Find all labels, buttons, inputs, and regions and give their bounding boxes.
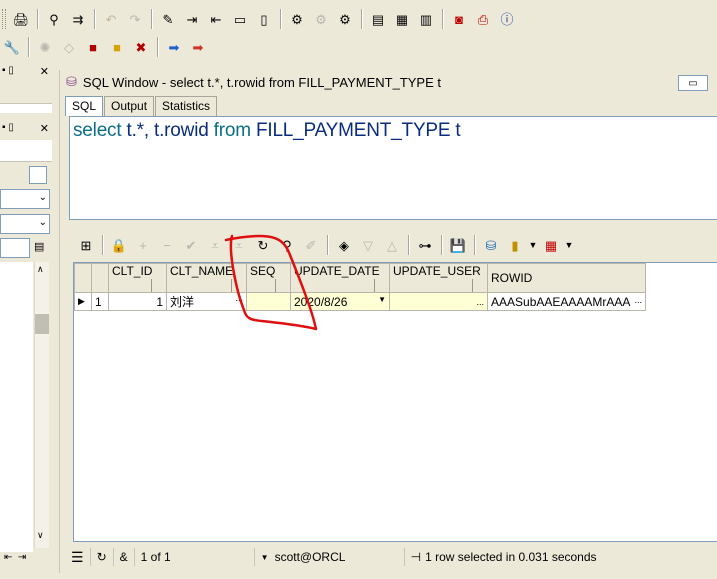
red-annotation	[224, 234, 318, 331]
annotation-stroke	[224, 234, 318, 331]
